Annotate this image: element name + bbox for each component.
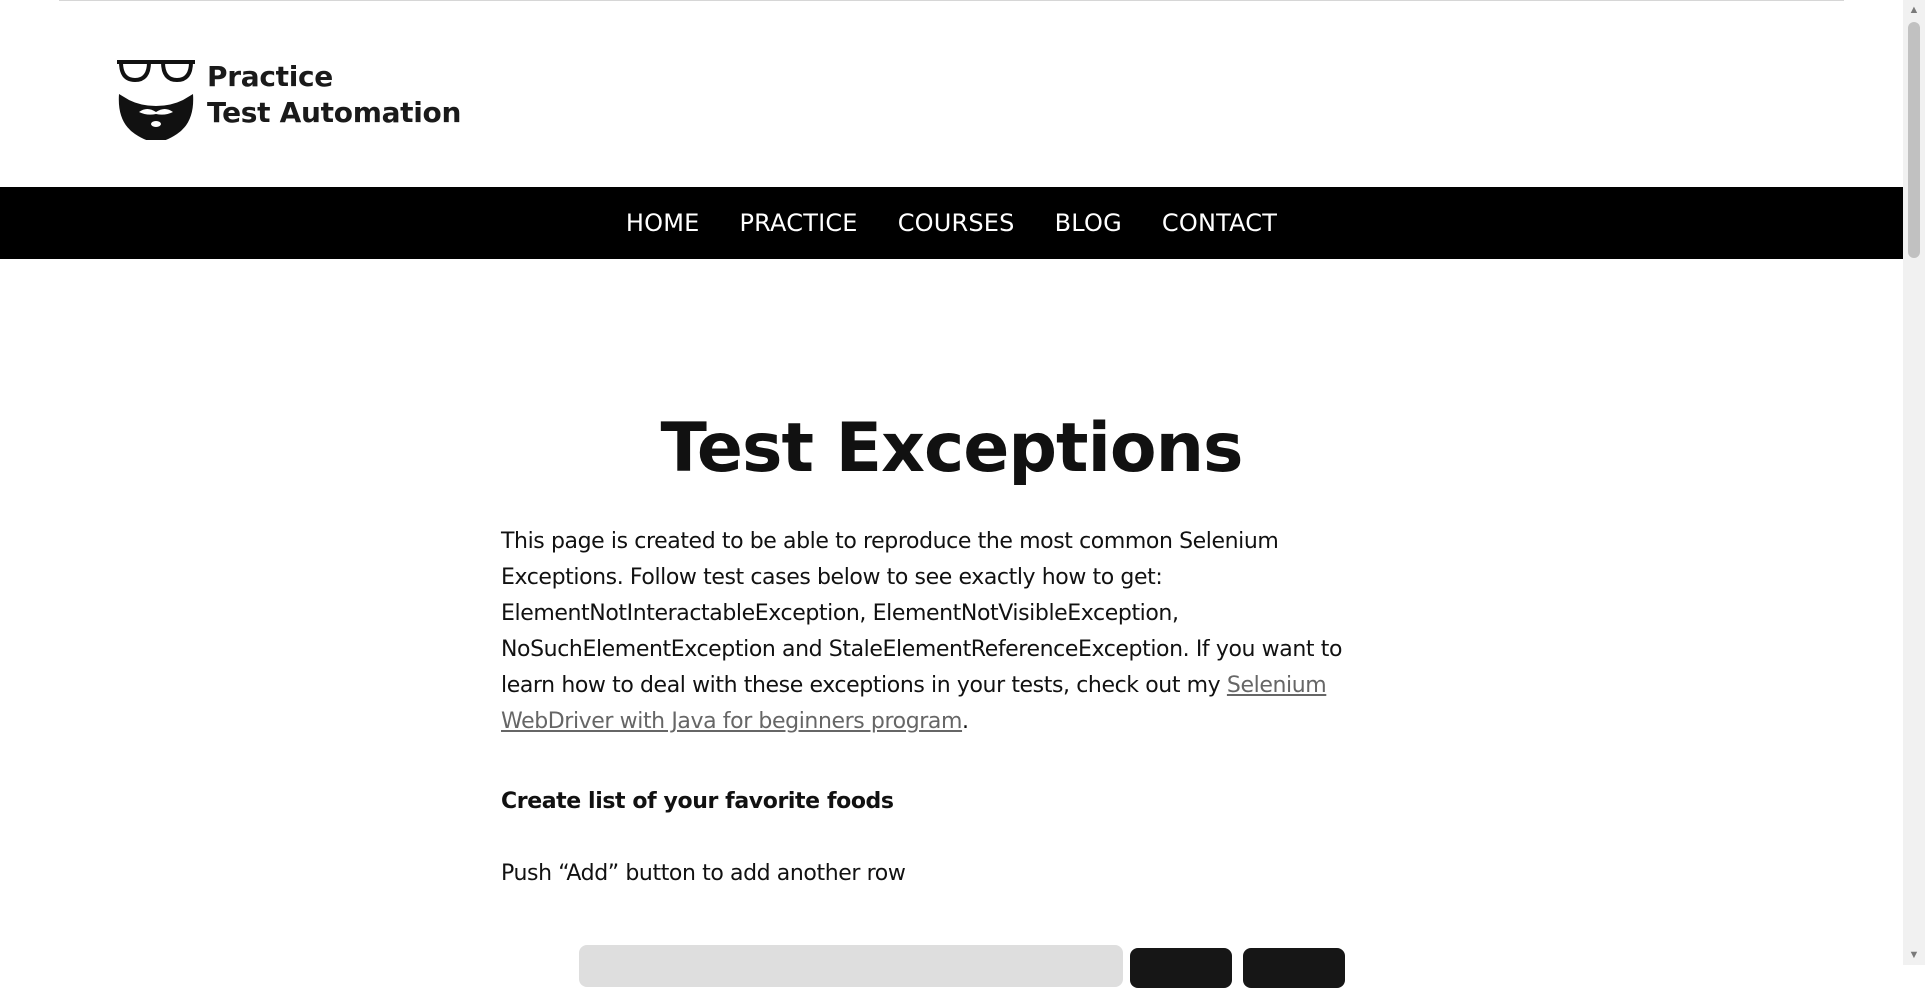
logo-text: Practice Test Automation bbox=[207, 59, 461, 131]
add-button[interactable] bbox=[1243, 948, 1345, 988]
main-navigation: HOME PRACTICE COURSES BLOG CONTACT bbox=[0, 187, 1903, 259]
scroll-up-arrow-icon[interactable]: ▲ bbox=[1903, 0, 1925, 20]
nav-blog[interactable]: BLOG bbox=[1055, 209, 1122, 237]
scrollbar-thumb[interactable] bbox=[1908, 22, 1920, 258]
site-logo[interactable]: Practice Test Automation bbox=[115, 50, 461, 140]
logo-line-1: Practice bbox=[207, 60, 333, 93]
intro-paragraph: This page is created to be able to repro… bbox=[501, 524, 1391, 740]
instruction-text: Push “Add” button to add another row bbox=[501, 861, 906, 886]
page-title: Test Exceptions bbox=[660, 409, 1244, 488]
scroll-down-arrow-icon[interactable]: ▼ bbox=[1903, 945, 1925, 965]
logo-line-2: Test Automation bbox=[207, 96, 462, 129]
intro-text: This page is created to be able to repro… bbox=[501, 529, 1343, 698]
food-row-input[interactable] bbox=[579, 945, 1123, 987]
vertical-scrollbar[interactable]: ▲ ▼ bbox=[1903, 0, 1925, 965]
nav-practice[interactable]: PRACTICE bbox=[739, 209, 857, 237]
top-divider bbox=[59, 0, 1844, 1]
nav-contact[interactable]: CONTACT bbox=[1162, 209, 1277, 237]
bearded-face-logo-icon bbox=[117, 60, 195, 140]
nav-home[interactable]: HOME bbox=[626, 209, 700, 237]
intro-end: . bbox=[962, 709, 969, 734]
nav-courses[interactable]: COURSES bbox=[898, 209, 1015, 237]
section-title: Create list of your favorite foods bbox=[501, 789, 894, 814]
main-content: This page is created to be able to repro… bbox=[501, 524, 1391, 892]
edit-button[interactable] bbox=[1130, 948, 1232, 988]
